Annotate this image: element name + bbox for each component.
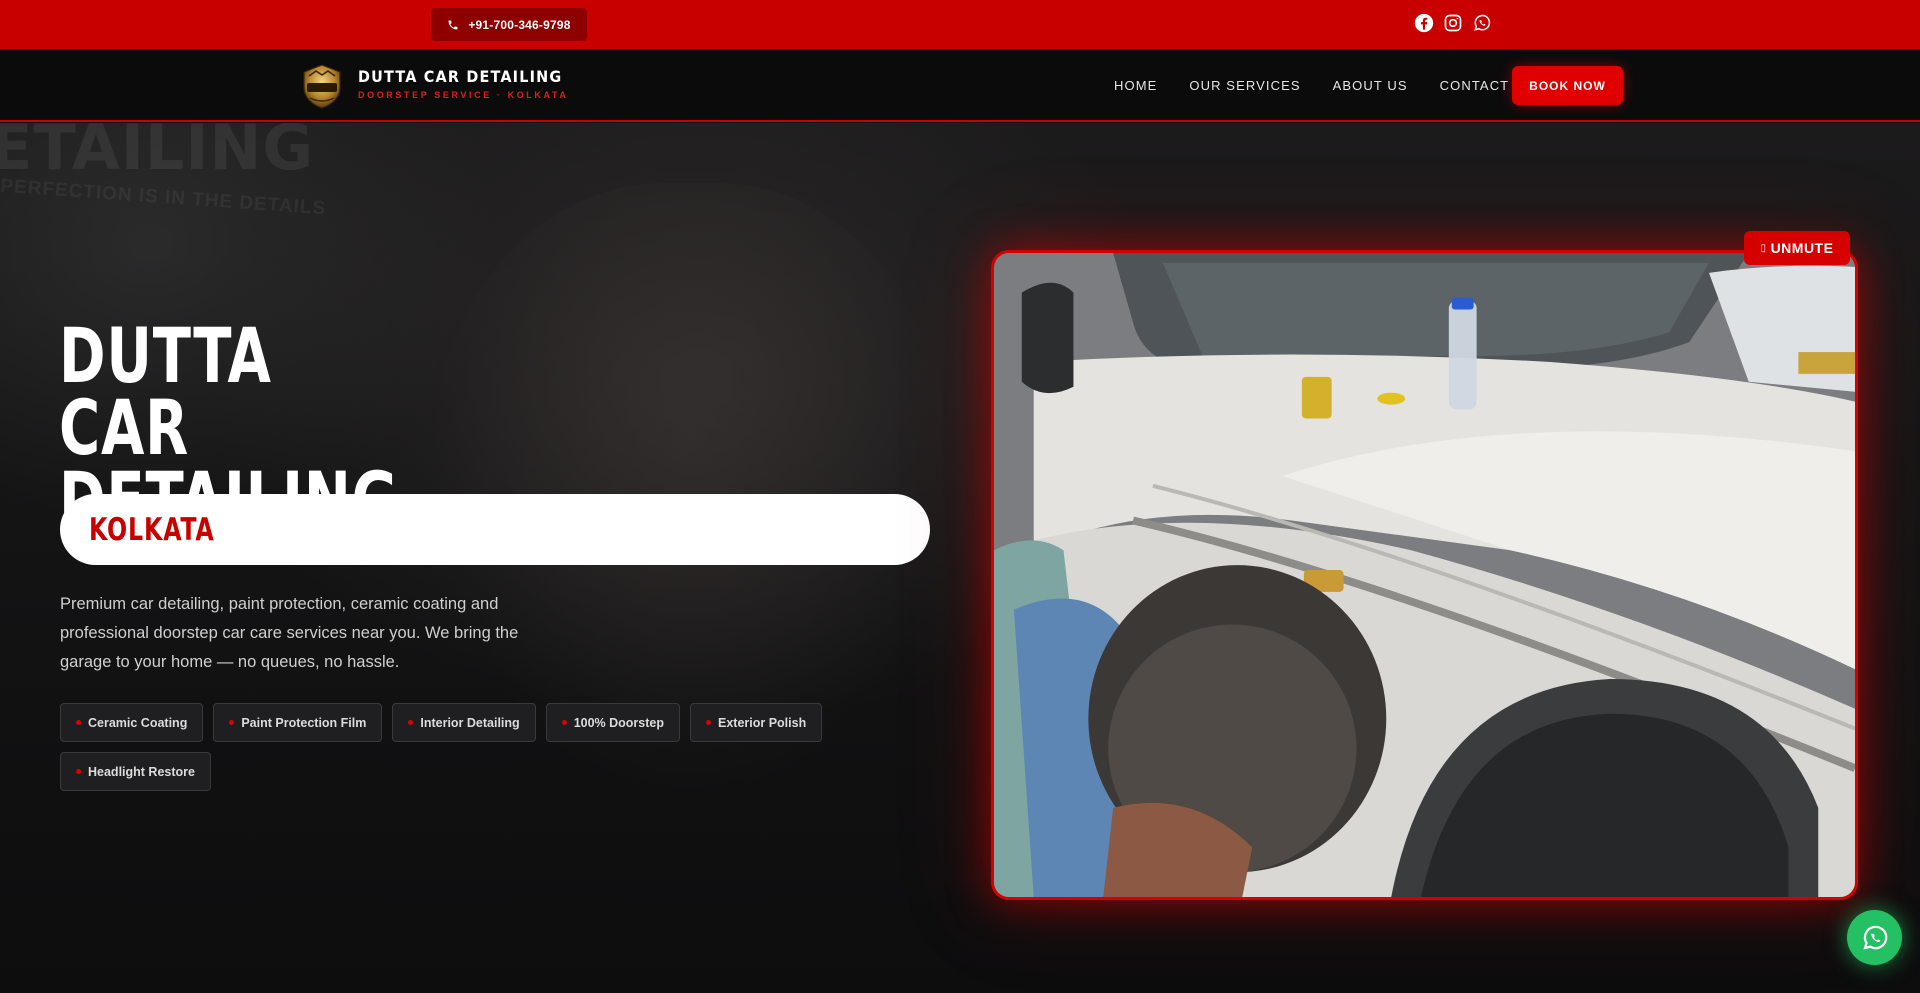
bullet-dot-icon: [76, 720, 81, 725]
hero-video[interactable]: [991, 250, 1858, 900]
phone-button[interactable]: +91-700-346-9798: [431, 8, 587, 41]
whatsapp-icon: [1862, 925, 1887, 950]
brand-logo[interactable]: [298, 62, 346, 110]
bullet-dot-icon: [706, 720, 711, 725]
phone-number: +91-700-346-9798: [468, 17, 571, 32]
hero-title-line-1: DUTTA CAR: [59, 311, 272, 472]
chip-label: Interior Detailing: [420, 715, 520, 730]
top-bar: +91-700-346-9798: [0, 0, 1920, 49]
chip-interior-detailing: Interior Detailing: [392, 703, 536, 742]
nav-our-services[interactable]: OUR SERVICES: [1189, 78, 1300, 93]
chip-label: Ceramic Coating: [88, 715, 188, 730]
video-frame-image: [994, 253, 1855, 897]
instagram-icon[interactable]: [1443, 13, 1463, 33]
phone-icon: [448, 20, 458, 29]
nav-home[interactable]: HOME: [1114, 78, 1157, 93]
chip-label: 100% Doorstep: [573, 715, 664, 730]
chip-exterior-polish: Exterior Polish: [690, 703, 823, 742]
unmute-button[interactable]: ▯ UNMUTE: [1744, 231, 1850, 265]
chip-headlight-restore: Headlight Restore: [60, 752, 211, 791]
chip-ceramic-coating: Ceramic Coating: [60, 703, 204, 742]
city-name: KOLKATA: [89, 511, 215, 548]
bullet-dot-icon: [408, 720, 414, 725]
service-chips: Ceramic Coating Paint Protection Film In…: [60, 703, 860, 791]
whatsapp-icon[interactable]: [1472, 13, 1492, 33]
hero-description: Premium car detailing, paint protection,…: [60, 595, 519, 671]
hero-background-text: ETAILING: [0, 123, 315, 184]
nav-about-us[interactable]: ABOUT US: [1333, 78, 1408, 93]
whatsapp-chat-button[interactable]: [1847, 910, 1902, 965]
bullet-dot-icon: [229, 720, 235, 725]
social-links: [1414, 13, 1492, 33]
brand-title[interactable]: DUTTA CAR DETAILING: [358, 67, 562, 86]
chip-doorstep: 100% Doorstep: [545, 703, 680, 742]
book-now-button[interactable]: BOOK NOW: [1512, 66, 1623, 105]
bullet-dot-icon: [76, 769, 81, 774]
brand-subtitle: DOORSTEP SERVICE · KOLKATA: [358, 90, 569, 100]
main-navigation: DUTTA CAR DETAILING DOORSTEP SERVICE · K…: [0, 49, 1920, 122]
unmute-label: UNMUTE: [1770, 240, 1834, 256]
chip-paint-protection-film: Paint Protection Film: [213, 703, 383, 742]
city-badge: KOLKATA: [60, 494, 930, 565]
speaker-muted-icon: ▯: [1760, 242, 1767, 254]
nav-links: HOME OUR SERVICES ABOUT US CONTACT US: [1114, 78, 1566, 93]
chip-label: Headlight Restore: [88, 764, 195, 779]
bullet-dot-icon: [561, 720, 567, 725]
chip-label: Paint Protection Film: [241, 715, 367, 730]
chip-label: Exterior Polish: [718, 715, 807, 730]
facebook-icon[interactable]: [1414, 13, 1434, 33]
